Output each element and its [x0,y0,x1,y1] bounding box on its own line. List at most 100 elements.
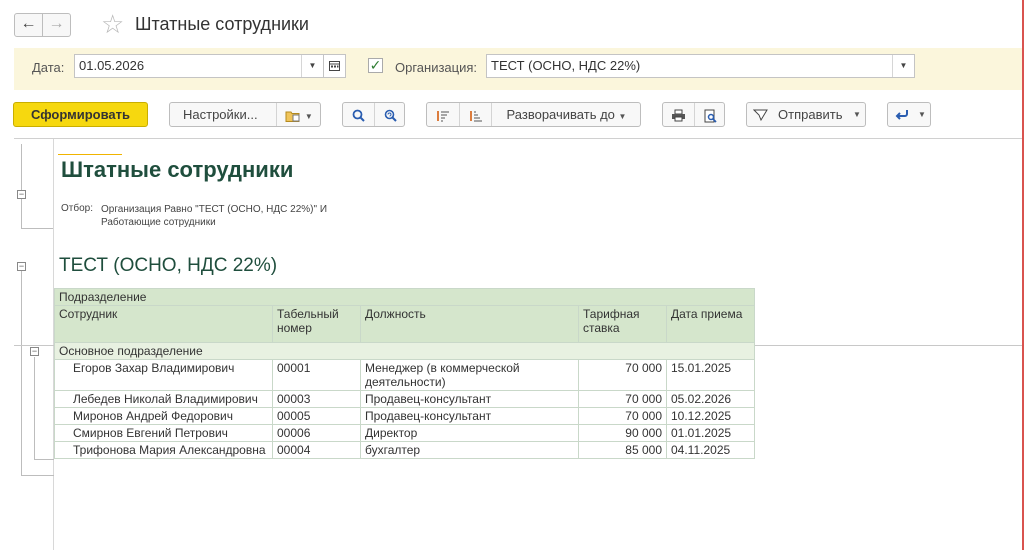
settings-group: Настройки... ▼ [169,102,321,127]
report-area[interactable]: − − − Штатные сотрудники Отбор: Организа… [14,138,1022,550]
search-group [342,102,405,127]
cell-rate: 90 000 [578,424,667,442]
print-preview-icon [704,109,717,123]
back-button[interactable]: ← [14,13,43,37]
expand-to-button[interactable]: Разворачивать до ▼ [491,103,641,126]
date-field[interactable]: 01.05.2026 ▼ [74,54,324,78]
outline-line [21,144,22,228]
cell-rate: 85 000 [578,441,667,459]
forward-button[interactable]: → [42,13,71,37]
header-row-group: Подразделение [54,288,755,306]
cell-rate: 70 000 [578,359,667,391]
title-bar: ← → ☆ Штатные сотрудники [0,0,1022,48]
organization-dropdown-icon[interactable]: ▼ [892,55,914,77]
cell-position: Продавец-консультант [360,390,579,408]
favorite-star-icon[interactable]: ☆ [101,9,124,39]
parameters-bar: Дата: 01.05.2026 ▼ ✓ Организация: ТЕСТ (… [14,48,1022,90]
arrow-left-icon: ← [20,15,37,32]
sort-list-desc-icon [469,110,482,122]
calendar-button[interactable] [324,54,346,78]
table-row[interactable]: Лебедев Николай Владимирович 00003 Прода… [54,390,755,408]
outline-line [34,459,54,460]
collapse-filter-icon[interactable]: − [17,190,26,199]
header-tab-no: Табельный номер [272,305,361,343]
date-dropdown-icon[interactable]: ▼ [301,55,323,77]
send-button[interactable]: Отправить ▼ [746,102,866,127]
send-icon [753,109,768,121]
organization-value: ТЕСТ (ОСНО, НДС 22%) [491,58,641,73]
folder-settings-icon [285,111,300,122]
cell-position: Менеджер (в коммерческой деятельности) [360,359,579,391]
collapse-org-icon[interactable]: − [17,262,26,271]
cell-rate: 70 000 [578,407,667,425]
grouping-group: Разворачивать до ▼ [426,102,641,127]
cell-employee: Егоров Захар Владимирович [54,359,273,391]
table-row[interactable]: Трифонова Мария Александровна 00004 бухг… [54,441,755,459]
cell-tab-no: 00004 [272,441,361,459]
cell-employee: Лебедев Николай Владимирович [54,390,273,408]
chevron-down-icon: ▼ [618,112,627,121]
find-next-button[interactable] [374,103,405,126]
search-icon [352,109,365,122]
print-button[interactable] [663,103,694,126]
header-hire-date: Дата приема [666,305,755,343]
cell-hire-date: 04.11.2025 [666,441,755,459]
cell-position: бухгалтер [360,441,579,459]
organization-checkbox[interactable]: ✓ [368,58,383,73]
arrow-right-icon: → [48,15,65,32]
cell-employee: Миронов Андрей Федорович [54,407,273,425]
organization-title: ТЕСТ (ОСНО, НДС 22%) [59,255,278,276]
cell-tab-no: 00006 [272,424,361,442]
chevron-down-icon: ▼ [304,112,313,121]
filter-value: Организация Равно "ТЕСТ (ОСНО, НДС 22%)"… [101,204,328,228]
cell-hire-date: 01.01.2025 [666,424,755,442]
outline-line [21,228,53,229]
preview-button[interactable] [694,103,725,126]
header-rate: Тарифная ставка [578,305,667,343]
sort-list-icon [437,110,449,122]
cell-rate: 70 000 [578,390,667,408]
settings-button[interactable]: Настройки... [183,103,258,126]
organization-label: Организация: [395,60,478,75]
outline-line [21,475,54,476]
cell-tab-no: 00003 [272,390,361,408]
generate-button[interactable]: Сформировать [13,102,148,127]
table-row[interactable]: Смирнов Евгений Петрович 00006 Директор … [54,424,755,442]
cell-hire-date: 10.12.2025 [666,407,755,425]
printer-icon [672,109,685,122]
table-row[interactable]: Миронов Андрей Федорович 00005 Продавец-… [54,407,755,425]
cell-tab-no: 00005 [272,407,361,425]
cell-position: Продавец-консультант [360,407,579,425]
page-title: Штатные сотрудники [135,14,309,34]
find-button[interactable] [343,103,374,126]
sort-ascending-button[interactable] [427,103,459,126]
sort-descending-button[interactable] [459,103,491,126]
group-name: Основное подразделение [54,342,755,360]
table-row[interactable]: Егоров Захар Владимирович 00001 Менеджер… [54,359,755,391]
calendar-icon [329,61,340,71]
cell-employee: Смирнов Евгений Петрович [54,424,273,442]
cell-hire-date: 15.01.2025 [666,359,755,391]
collapse-group-icon[interactable]: − [30,347,39,356]
checkmark-icon: ✓ [369,57,382,73]
group-row: Основное подразделение [54,342,755,360]
print-group [662,102,725,127]
variants-button[interactable]: ▼ [276,103,321,126]
cell-selection [58,139,122,155]
return-arrow-icon [895,110,908,120]
cell-employee: Трифонова Мария Александровна [54,441,273,459]
filter-label: Отбор: [61,203,93,214]
outline-line [21,267,22,475]
chevron-down-icon: ▼ [853,110,861,119]
more-actions-button[interactable]: ▼ [887,102,931,127]
outline-line [34,357,35,459]
send-label: Отправить [778,107,843,122]
search-refresh-icon [384,109,397,122]
employees-table: Подразделение Сотрудник Табельный номер … [54,288,755,459]
header-position: Должность [360,305,579,343]
expand-to-label: Разворачивать до [506,107,615,122]
report-title: Штатные сотрудники [61,157,294,182]
header-employee: Сотрудник [54,305,273,343]
chevron-down-icon: ▼ [918,110,926,119]
organization-field[interactable]: ТЕСТ (ОСНО, НДС 22%) ▼ [486,54,915,78]
